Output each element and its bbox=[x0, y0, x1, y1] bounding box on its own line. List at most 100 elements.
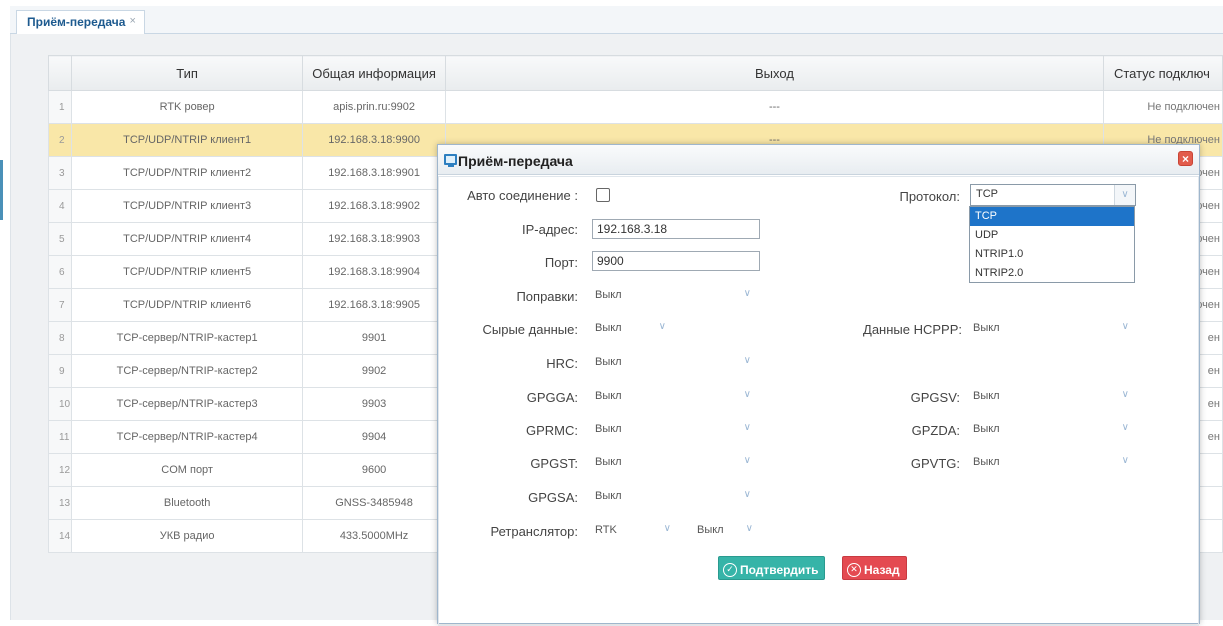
gpvtg-label: GPVTG: bbox=[910, 456, 960, 471]
page: Приём-передача × Тип Общая информация Вы… bbox=[0, 0, 1223, 626]
gpgsa-value: Выкл bbox=[595, 490, 622, 502]
gprmc-select[interactable]: Выкл ∨ bbox=[588, 419, 758, 439]
hrc-select[interactable]: Выкл ∨ bbox=[588, 352, 758, 372]
dialog-header: Приём-передача × bbox=[438, 145, 1199, 175]
protocol-value: TCP bbox=[976, 188, 998, 200]
confirm-button[interactable]: ✓ Подтвердить bbox=[718, 556, 826, 580]
port-label: Порт: bbox=[544, 255, 578, 270]
monitor-icon bbox=[444, 154, 457, 167]
row-status: Не подключен bbox=[1102, 90, 1223, 124]
back-label: Назад bbox=[864, 563, 900, 577]
gpvtg-select[interactable]: Выкл ∨ bbox=[966, 452, 1136, 472]
row-type: Bluetooth bbox=[71, 486, 304, 520]
row-number: 3 bbox=[47, 156, 73, 190]
gpzda-label: GPZDA: bbox=[911, 423, 960, 438]
ip-input[interactable] bbox=[592, 219, 760, 239]
check-circle-icon: ✓ bbox=[723, 563, 737, 577]
corrections-value: Выкл bbox=[595, 289, 622, 301]
header-info[interactable]: Общая информация bbox=[302, 55, 447, 91]
close-icon[interactable]: × bbox=[1178, 151, 1193, 166]
close-circle-icon: ✕ bbox=[847, 563, 861, 577]
table-row[interactable]: 1 RTK ровер apis.prin.ru:9902 --- Не подключ… bbox=[47, 90, 1223, 124]
row-number: 8 bbox=[47, 321, 73, 355]
chevron-down-icon: ∨ bbox=[1121, 389, 1129, 400]
gpgga-select[interactable]: Выкл ∨ bbox=[588, 386, 758, 406]
row-info: 192.168.3.18:9904 bbox=[302, 255, 447, 289]
chevron-down-icon: ∨ bbox=[743, 288, 751, 299]
row-info: 9901 bbox=[302, 321, 447, 355]
header-output[interactable]: Выход bbox=[445, 55, 1104, 91]
chevron-down-icon[interactable]: ∨ bbox=[1114, 185, 1135, 205]
row-type: TCP/UDP/NTRIP клиент1 bbox=[71, 123, 304, 157]
auto-connect-label: Авто соединение : bbox=[467, 188, 578, 203]
gpgsa-label: GPGSA: bbox=[528, 490, 578, 505]
gpgsv-select[interactable]: Выкл ∨ bbox=[966, 386, 1136, 406]
chevron-down-icon: ∨ bbox=[1121, 321, 1129, 332]
gpzda-select[interactable]: Выкл ∨ bbox=[966, 419, 1136, 439]
relay-mode-select[interactable]: RTK ∨ bbox=[588, 520, 678, 540]
row-info: 9902 bbox=[302, 354, 447, 388]
back-button[interactable]: ✕ Назад bbox=[842, 556, 907, 580]
chevron-down-icon: ∨ bbox=[743, 422, 751, 433]
gprmc-label: GPRMC: bbox=[526, 423, 578, 438]
protocol-option-udp[interactable]: UDP bbox=[970, 226, 1134, 245]
row-type: TCP-сервер/NTRIP-кастер4 bbox=[71, 420, 304, 454]
row-number: 2 bbox=[47, 123, 73, 157]
row-info: 192.168.3.18:9902 bbox=[302, 189, 447, 223]
protocol-option-tcp[interactable]: TCP bbox=[970, 207, 1134, 226]
protocol-option-ntrip1[interactable]: NTRIP1.0 bbox=[970, 245, 1134, 264]
protocol-select[interactable]: TCP ∨ bbox=[970, 184, 1136, 206]
row-type: TCP/UDP/NTRIP клиент3 bbox=[71, 189, 304, 223]
raw-data-select[interactable]: Выкл ∨ bbox=[588, 318, 673, 338]
row-type: RTK ровер bbox=[71, 90, 304, 124]
row-number: 4 bbox=[47, 189, 73, 223]
hcppp-select[interactable]: Выкл ∨ bbox=[966, 318, 1136, 338]
hcppp-label: Данные HCPPP: bbox=[863, 322, 962, 337]
row-info: 192.168.3.18:9905 bbox=[302, 288, 447, 322]
chevron-down-icon: ∨ bbox=[743, 389, 751, 400]
gpgst-value: Выкл bbox=[595, 456, 622, 468]
relay-mode-value: RTK bbox=[595, 524, 617, 536]
header-type[interactable]: Тип bbox=[71, 55, 304, 91]
auto-connect-checkbox[interactable] bbox=[596, 188, 610, 202]
row-type: УКВ радио bbox=[71, 519, 304, 553]
row-info: GNSS-3485948 bbox=[302, 486, 447, 520]
row-info: 9904 bbox=[302, 420, 447, 454]
hcppp-value: Выкл bbox=[973, 322, 1000, 334]
gpgsv-value: Выкл bbox=[973, 390, 1000, 402]
corrections-label: Поправки: bbox=[516, 289, 578, 304]
confirm-label: Подтвердить bbox=[740, 563, 819, 577]
ip-label: IP-адрес: bbox=[522, 222, 578, 237]
relay-state-select[interactable]: Выкл ∨ bbox=[690, 520, 760, 540]
header-num bbox=[47, 55, 73, 91]
row-number: 9 bbox=[47, 354, 73, 388]
row-number: 11 bbox=[47, 420, 73, 454]
row-info: apis.prin.ru:9902 bbox=[302, 90, 447, 124]
row-type: COM порт bbox=[71, 453, 304, 487]
row-info: 9600 bbox=[302, 453, 447, 487]
relay-label: Ретранслятор: bbox=[490, 524, 579, 539]
port-input[interactable] bbox=[592, 251, 760, 271]
chevron-down-icon: ∨ bbox=[1121, 455, 1129, 466]
hrc-value: Выкл bbox=[595, 356, 622, 368]
hrc-label: HRC: bbox=[546, 356, 578, 371]
row-number: 1 bbox=[47, 90, 73, 124]
corrections-select[interactable]: Выкл ∨ bbox=[588, 285, 758, 305]
row-info: 433.5000MHz bbox=[302, 519, 447, 553]
row-number: 5 bbox=[47, 222, 73, 256]
chevron-down-icon: ∨ bbox=[743, 489, 751, 500]
row-type: TCP/UDP/NTRIP клиент5 bbox=[71, 255, 304, 289]
header-status[interactable]: Статус подключ bbox=[1102, 55, 1223, 91]
protocol-option-ntrip2[interactable]: NTRIP2.0 bbox=[970, 264, 1134, 283]
gpgsv-label: GPGSV: bbox=[910, 390, 960, 405]
gpgst-select[interactable]: Выкл ∨ bbox=[588, 452, 758, 472]
gpgst-label: GPGST: bbox=[530, 456, 578, 471]
gpgsa-select[interactable]: Выкл ∨ bbox=[588, 486, 758, 506]
row-type: TCP-сервер/NTRIP-кастер2 bbox=[71, 354, 304, 388]
raw-data-label: Сырые данные: bbox=[482, 322, 578, 337]
row-type: TCP/UDP/NTRIP клиент6 bbox=[71, 288, 304, 322]
relay-state-value: Выкл bbox=[697, 524, 724, 536]
row-type: TCP-сервер/NTRIP-кастер1 bbox=[71, 321, 304, 355]
row-info: 9903 bbox=[302, 387, 447, 421]
table-header-row: Тип Общая информация Выход Статус подклю… bbox=[47, 55, 1223, 91]
